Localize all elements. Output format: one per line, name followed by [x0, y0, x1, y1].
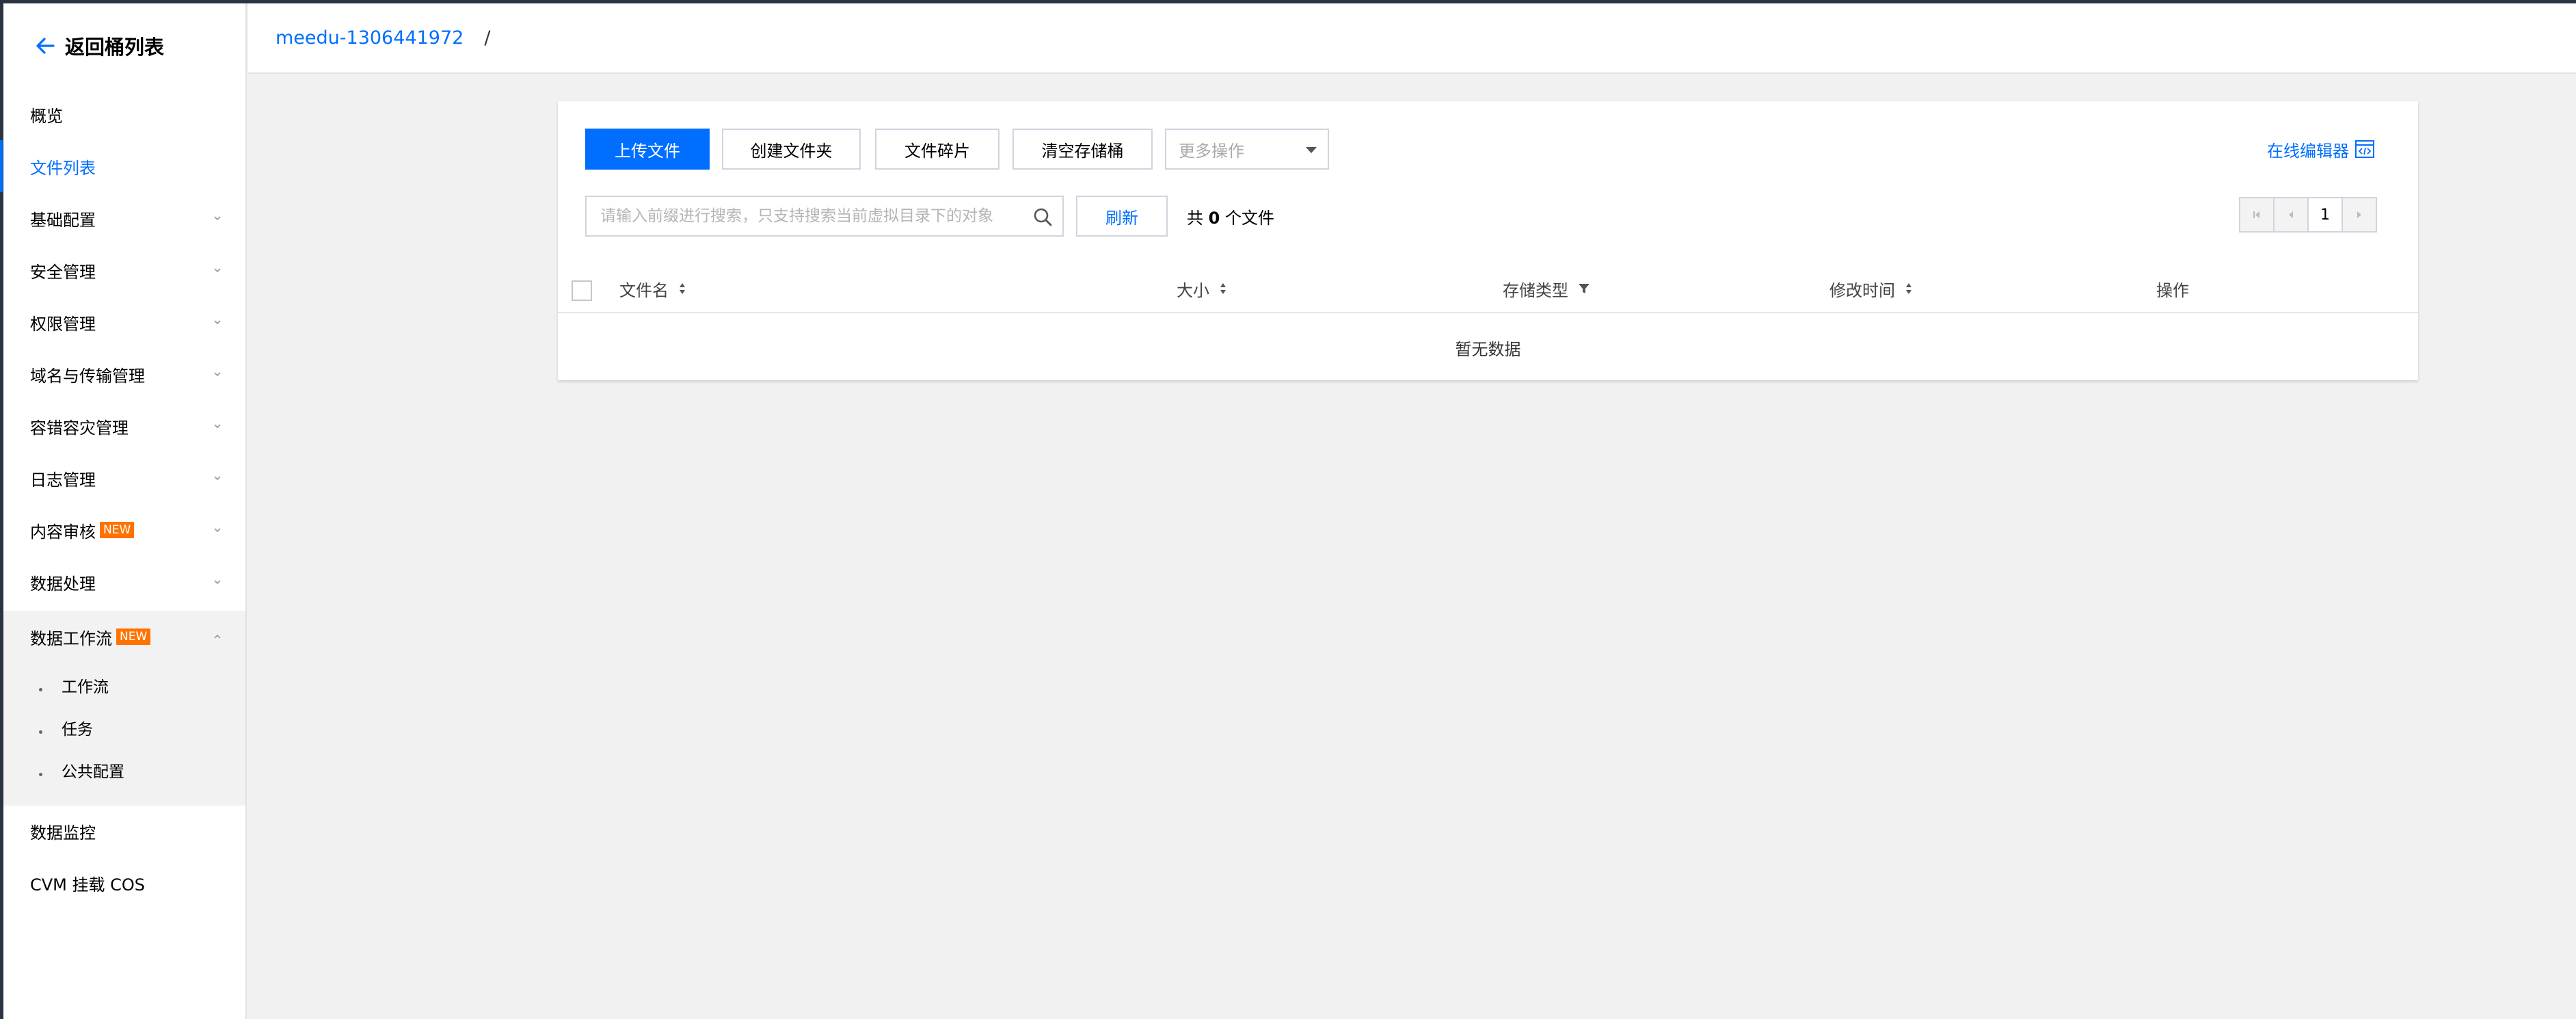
column-header-size[interactable]: 大小 [1177, 265, 1227, 312]
breadcrumb: meedu-1306441972 / [248, 3, 2576, 74]
sort-icon [1906, 283, 1911, 294]
breadcrumb-separator: / [484, 27, 491, 49]
sidebar-item-label: CVM 挂载 COS [30, 875, 146, 895]
file-count: 共 0 个文件 [1187, 204, 1274, 228]
bullet-dot [39, 730, 42, 734]
more-actions-placeholder: 更多操作 [1179, 141, 1244, 161]
sidebar-item-label: 数据工作流 [30, 628, 112, 648]
chevron-down-icon [214, 268, 221, 273]
sidebar-item-label: 容错容灾管理 [30, 418, 129, 438]
submenu-item-tasks[interactable]: 任务 [3, 706, 245, 749]
chevron-down-icon [214, 580, 221, 585]
refresh-button[interactable]: 刷新 [1076, 196, 1168, 237]
create-folder-button[interactable]: 创建文件夹 [722, 129, 861, 170]
sidebar-item-file-list[interactable]: 文件列表 [0, 140, 247, 192]
file-count-prefix: 共 [1187, 209, 1203, 228]
sidebar-item-label: 安全管理 [30, 262, 96, 282]
file-count-suffix: 个文件 [1224, 209, 1274, 228]
caret-down-icon [1306, 147, 1317, 153]
sidebar-item-label: 数据处理 [30, 574, 96, 594]
sidebar-item-security[interactable]: 安全管理 [3, 244, 247, 296]
arrow-left-icon [36, 38, 55, 54]
upload-file-button[interactable]: 上传文件 [585, 129, 710, 170]
next-page-button[interactable] [2342, 197, 2377, 233]
column-label: 修改时间 [1829, 280, 1895, 300]
sort-icon [680, 283, 685, 294]
filter-icon [1579, 284, 1589, 293]
sidebar-item-label: 内容审核 [30, 522, 96, 542]
next-page-icon [2357, 211, 2361, 218]
breadcrumb-bucket-link[interactable]: meedu-1306441972 [276, 27, 464, 49]
search-box [585, 196, 1064, 237]
sidebar-item-label: 基础配置 [30, 210, 96, 230]
new-badge: NEW [116, 628, 151, 645]
empty-state-text: 暂无数据 [1455, 339, 1521, 359]
sidebar-item-label: 文件列表 [30, 158, 96, 178]
column-label: 存储类型 [1503, 280, 1568, 300]
file-count-value: 0 [1208, 209, 1220, 228]
chevron-up-icon [214, 634, 221, 639]
column-header-storage-class[interactable]: 存储类型 [1503, 265, 1590, 312]
sidebar-item-label: 数据监控 [30, 823, 96, 843]
online-editor-label: 在线编辑器 [2267, 141, 2349, 161]
column-label: 操作 [2156, 280, 2189, 300]
sidebar-item-data-workflow[interactable]: 数据工作流 NEW [3, 611, 247, 663]
new-badge: NEW [100, 522, 135, 538]
chevron-down-icon [214, 424, 221, 429]
sidebar-item-label: 域名与传输管理 [30, 366, 145, 386]
column-header-modified-time[interactable]: 修改时间 [1829, 265, 1913, 312]
sidebar-item-domain-transfer[interactable]: 域名与传输管理 [3, 348, 247, 400]
back-to-bucket-list-button[interactable]: 返回桶列表 [33, 29, 164, 62]
sidebar-item-label: 权限管理 [30, 314, 96, 334]
select-all-checkbox[interactable] [572, 280, 592, 301]
sidebar-item-content-moderation[interactable]: 内容审核 NEW [3, 504, 247, 556]
column-label: 大小 [1177, 280, 1209, 300]
search-icon[interactable] [1032, 207, 1053, 227]
column-header-actions: 操作 [2156, 265, 2189, 312]
bullet-dot [39, 688, 42, 691]
column-header-filename[interactable]: 文件名 [619, 265, 686, 312]
column-label: 文件名 [619, 280, 669, 300]
chevron-down-icon [214, 476, 221, 481]
sidebar-item-overview[interactable]: 概览 [3, 88, 247, 140]
bullet-dot [39, 773, 42, 776]
clear-bucket-button[interactable]: 清空存储桶 [1012, 129, 1153, 170]
submenu-item-workflow[interactable]: 工作流 [3, 664, 245, 706]
sidebar-item-data-monitoring[interactable]: 数据监控 [3, 805, 247, 857]
first-page-button[interactable] [2239, 197, 2275, 233]
sidebar-item-logs[interactable]: 日志管理 [3, 452, 247, 504]
pagination: 1 [2239, 197, 2377, 233]
submenu-item-label: 公共配置 [62, 763, 124, 781]
sidebar-item-data-processing[interactable]: 数据处理 [3, 556, 247, 608]
submenu-item-public-config[interactable]: 公共配置 [3, 749, 245, 791]
sidebar-item-label: 日志管理 [30, 470, 96, 490]
chevron-down-icon [214, 216, 221, 221]
sort-icon [1220, 283, 1226, 294]
submenu-item-label: 任务 [62, 721, 93, 739]
file-fragments-button[interactable]: 文件碎片 [875, 129, 999, 170]
sidebar-item-basic-config[interactable]: 基础配置 [3, 192, 247, 244]
search-input[interactable] [587, 197, 1024, 235]
chevron-down-icon [214, 528, 221, 533]
sidebar-item-permissions[interactable]: 权限管理 [3, 296, 247, 348]
more-actions-select[interactable]: 更多操作 [1165, 129, 1329, 170]
online-editor-link[interactable]: 在线编辑器 [2267, 137, 2375, 161]
chevron-down-icon [214, 320, 221, 325]
back-label: 返回桶列表 [65, 36, 165, 59]
chevron-down-icon [214, 372, 221, 377]
code-editor-icon [2355, 140, 2374, 158]
table-header: 文件名 大小 存储类型 修改时间 操作 [558, 265, 2418, 313]
sidebar-item-label: 概览 [30, 106, 63, 126]
sidebar-item-cvm-mount-cos[interactable]: CVM 挂载 COS [3, 857, 247, 909]
first-page-icon [2253, 211, 2259, 218]
previous-page-icon [2289, 211, 2293, 218]
submenu-item-label: 工作流 [62, 678, 109, 696]
current-page-number[interactable]: 1 [2307, 197, 2343, 233]
file-list-panel: 上传文件 创建文件夹 文件碎片 清空存储桶 更多操作 在线编辑器 刷新 共 0 … [558, 101, 2418, 380]
sidebar-item-fault-tolerance[interactable]: 容错容灾管理 [3, 400, 247, 452]
previous-page-button[interactable] [2273, 197, 2309, 233]
sidebar: 返回桶列表 概览 文件列表 基础配置 安全管理 权限管理 域名与传输管理 容错容… [0, 3, 247, 1019]
